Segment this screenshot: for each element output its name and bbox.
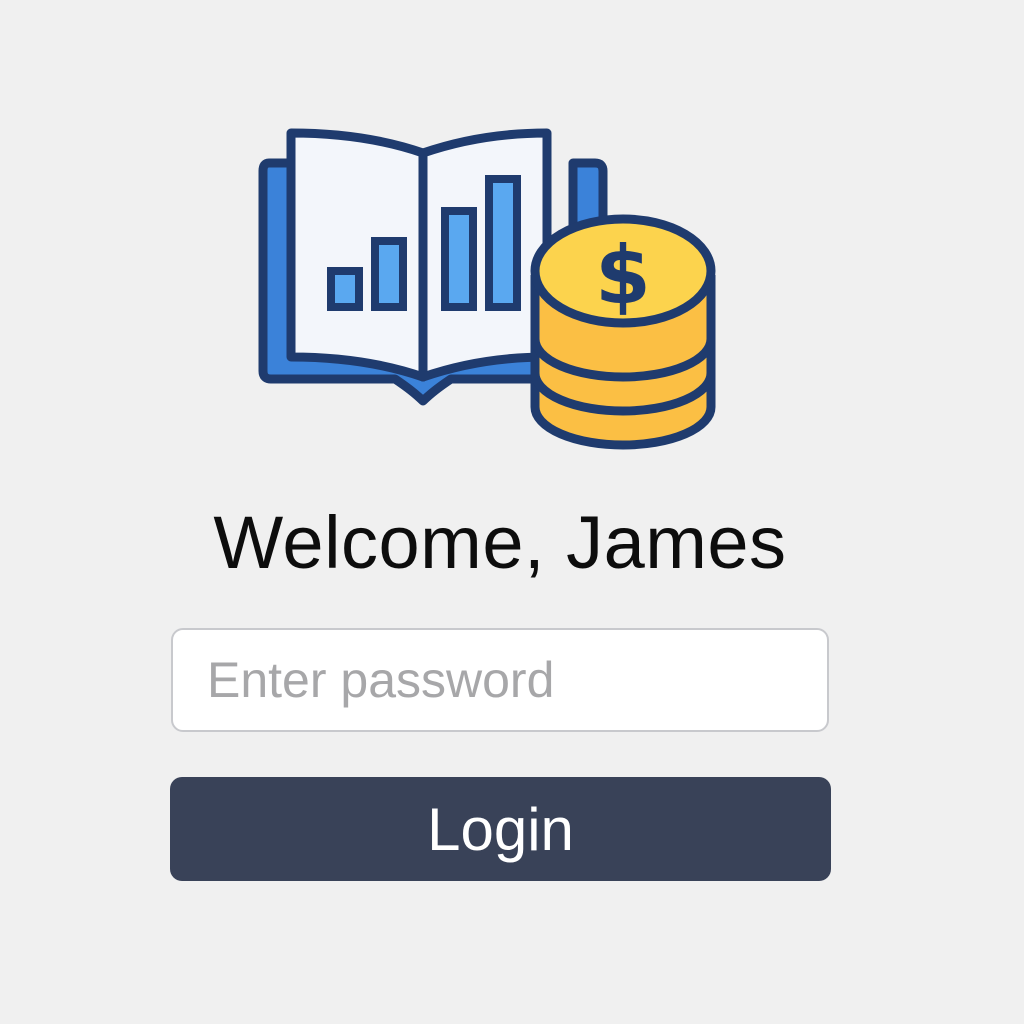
book-chart-coins-icon: $ xyxy=(258,128,716,450)
welcome-heading: Welcome, James xyxy=(213,501,787,584)
login-button[interactable]: Login xyxy=(170,777,831,881)
svg-text:$: $ xyxy=(595,229,651,322)
login-screen: $ Welcome, James Login xyxy=(0,0,1024,1024)
password-input[interactable] xyxy=(171,628,829,732)
